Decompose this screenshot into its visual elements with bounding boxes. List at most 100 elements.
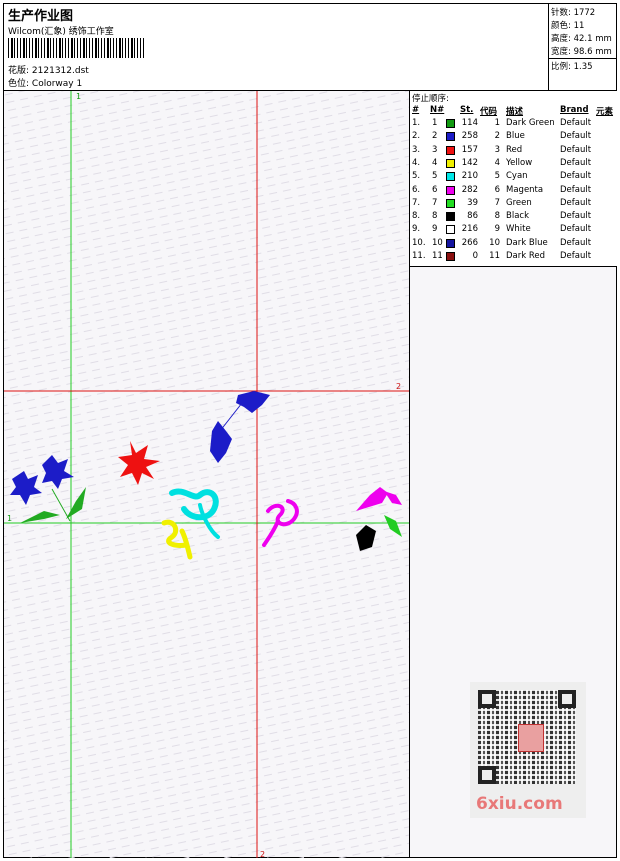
design-area: 1 1 2 2 <box>4 91 409 859</box>
color-swatch <box>446 158 455 168</box>
row-stitches: 282 <box>461 184 478 195</box>
guide-h2-label: 2 <box>396 382 401 391</box>
row-stitches: 0 <box>472 251 478 261</box>
row-brand: Default <box>560 211 592 222</box>
row-index: 8. <box>412 211 421 222</box>
row-code: 2 <box>494 131 500 142</box>
row-index: 11. <box>412 251 426 261</box>
row-index: 4. <box>412 157 421 168</box>
row-n: 7 <box>432 197 438 208</box>
color-swatch <box>446 132 455 142</box>
row-description: Dark Blue <box>506 237 548 248</box>
color-swatch <box>446 252 455 261</box>
row-description: Blue <box>506 131 525 142</box>
row-code: 10 <box>489 237 500 248</box>
row-stitches: 258 <box>461 131 478 142</box>
row-index: 2. <box>412 131 421 142</box>
row-stitches: 216 <box>461 224 478 235</box>
stats-box: 针数: 1772 颜色: 11 高度: 42.1 mm 宽度: 98.6 mm … <box>548 4 617 90</box>
color-swatch <box>446 238 455 248</box>
stats-divider <box>549 58 617 59</box>
watermark-text: 6xiu.com <box>476 794 563 814</box>
row-description: White <box>506 224 531 235</box>
row-n: 11 <box>432 251 443 261</box>
table-row: 4. 4 142 4 Yellow Default <box>410 158 617 171</box>
row-code: 1 <box>494 118 500 128</box>
table-row: 5. 5 210 5 Cyan Default <box>410 171 617 184</box>
color-swatch <box>446 198 455 208</box>
color-swatch <box>446 212 455 222</box>
col-header-brand: Brand <box>560 105 589 115</box>
col-header-description: 描述 <box>506 107 524 117</box>
row-brand: Default <box>560 224 592 235</box>
row-index: 7. <box>412 197 421 208</box>
row-code: 7 <box>494 197 500 208</box>
table-row: 6. 6 282 6 Magenta Default <box>410 185 617 198</box>
table-row: 3. 3 157 3 Red Default <box>410 145 617 158</box>
col-header-index: # <box>412 105 420 115</box>
qr-code <box>478 690 576 784</box>
row-description: Cyan <box>506 171 528 182</box>
production-sheet: 生产作业图 Wilcom(汇象) 绣饰工作室 花版: 2121312.dst 色… <box>3 3 617 859</box>
row-n: 1 <box>432 118 438 128</box>
row-index: 10. <box>412 237 426 248</box>
seal-stamp <box>518 724 544 752</box>
embroidery-preview: 1 1 2 2 <box>4 91 409 859</box>
header: 生产作业图 Wilcom(汇象) 绣饰工作室 花版: 2121312.dst 色… <box>4 4 617 91</box>
pattern-value: 2121312.dst <box>31 66 89 76</box>
panel-divider <box>409 266 410 857</box>
stat-width: 宽度: 98.6 mm <box>551 47 612 57</box>
watermark: 6xiu.com <box>470 682 586 818</box>
row-description: Dark Green <box>506 118 555 128</box>
row-n: 6 <box>432 184 438 195</box>
row-brand: Default <box>560 237 592 248</box>
color-swatch <box>446 172 455 182</box>
row-index: 9. <box>412 224 421 235</box>
colorway-label: 色位: <box>8 79 30 89</box>
row-stitches: 157 <box>461 144 478 155</box>
table-row: 1. 1 114 1 Dark Green Default <box>410 118 617 131</box>
row-n: 9 <box>432 224 438 235</box>
row-description: Yellow <box>506 157 533 168</box>
row-code: 3 <box>494 144 500 155</box>
row-n: 3 <box>432 144 438 155</box>
row-brand: Default <box>560 131 592 142</box>
barcode <box>8 38 144 58</box>
row-index: 1. <box>412 118 421 128</box>
row-brand: Default <box>560 118 592 128</box>
row-brand: Default <box>560 144 592 155</box>
colorway-info: 色位: Colorway 1 <box>8 76 82 89</box>
row-stitches: 210 <box>461 171 478 182</box>
pattern-info: 花版: 2121312.dst <box>8 63 89 76</box>
guide-v1-label: 1 <box>76 92 81 101</box>
table-row: 8. 8 86 8 Black Default <box>410 211 617 224</box>
row-brand: Default <box>560 197 592 208</box>
color-swatch <box>446 145 455 155</box>
row-description: Red <box>506 144 523 155</box>
pattern-label: 花版: <box>8 66 30 76</box>
row-stitches: 114 <box>461 118 478 128</box>
row-n: 2 <box>432 131 438 142</box>
guide-h1-label: 1 <box>7 514 12 523</box>
row-brand: Default <box>560 157 592 168</box>
row-description: Magenta <box>506 184 544 195</box>
row-code: 4 <box>494 157 500 168</box>
col-header-code: 代码 <box>480 107 498 117</box>
row-n: 10 <box>432 237 443 248</box>
row-description: Dark Red <box>506 251 546 261</box>
row-n: 4 <box>432 157 438 168</box>
stat-scale: 比例: 1.35 <box>551 62 593 72</box>
row-stitches: 266 <box>461 237 478 248</box>
row-code: 9 <box>494 224 500 235</box>
stat-stitches: 针数: 1772 <box>551 8 596 18</box>
row-index: 6. <box>412 184 421 195</box>
row-n: 5 <box>432 171 438 182</box>
row-stitches: 86 <box>467 211 478 222</box>
row-stitches: 142 <box>461 157 478 168</box>
row-description: Green <box>506 197 532 208</box>
row-description: Black <box>506 211 529 222</box>
guide-v2-label: 2 <box>260 850 265 858</box>
company-name: Wilcom(汇象) 绣饰工作室 <box>8 27 114 37</box>
stat-height: 高度: 42.1 mm <box>551 34 612 44</box>
row-stitches: 39 <box>467 197 478 208</box>
